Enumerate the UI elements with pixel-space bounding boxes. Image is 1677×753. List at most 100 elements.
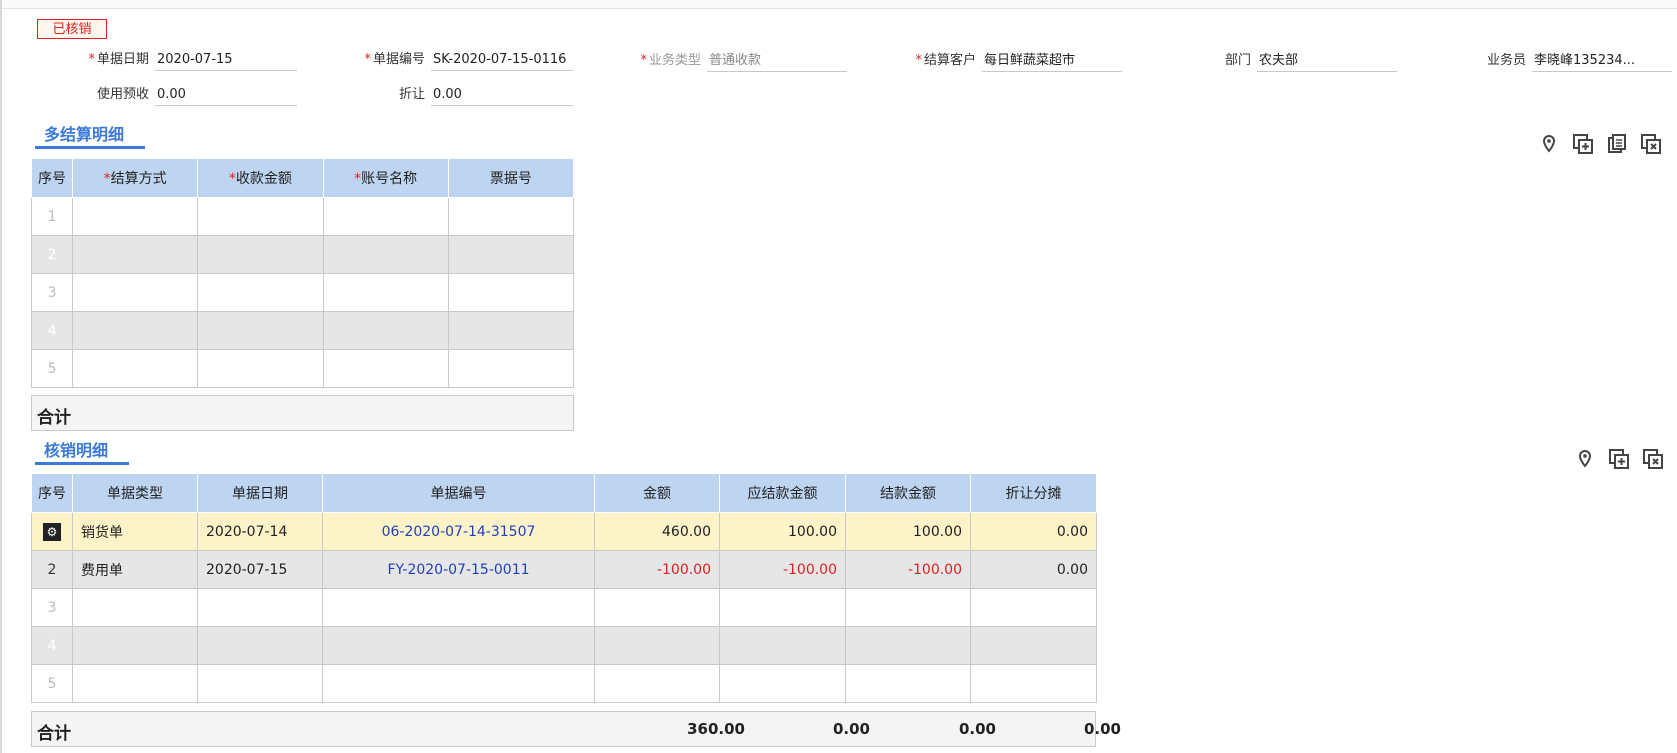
table-cell[interactable] xyxy=(970,626,1097,665)
table-cell[interactable] xyxy=(447,311,575,350)
table-cell[interactable] xyxy=(322,273,449,312)
discount-field[interactable]: 折让 0.00 xyxy=(399,85,573,106)
table-cell[interactable] xyxy=(322,197,449,236)
table-cell[interactable] xyxy=(594,626,720,665)
table-cell[interactable] xyxy=(72,235,199,274)
bill-type-cell[interactable]: 费用单 xyxy=(72,550,198,589)
prepay-value[interactable]: 0.00 xyxy=(155,85,297,106)
table-row[interactable]: 3 xyxy=(31,588,1097,627)
col-header-discount-share: 折让分摊 xyxy=(970,473,1097,513)
left-border xyxy=(0,0,2,753)
table-cell[interactable] xyxy=(72,197,199,236)
table-row[interactable]: 4 xyxy=(31,626,1097,665)
table-cell[interactable] xyxy=(72,664,198,703)
bill-date-field[interactable]: * 单据日期 2020-07-15 xyxy=(88,50,297,71)
bill-date-cell[interactable]: 2020-07-14 xyxy=(197,512,323,551)
location-pin-icon[interactable] xyxy=(1538,133,1560,155)
table-cell[interactable] xyxy=(845,626,971,665)
col-header-voucher-no: 票据号 xyxy=(447,158,575,198)
bill-number-link[interactable]: FY-2020-07-15-0011 xyxy=(322,550,595,589)
discount-label: 折让 xyxy=(398,87,425,102)
paid-amount-cell[interactable]: 100.00 xyxy=(845,512,971,551)
table-cell[interactable] xyxy=(72,349,199,388)
row-index: 1 xyxy=(30,197,74,236)
table-cell[interactable] xyxy=(594,664,720,703)
amount-cell[interactable]: -100.00 xyxy=(594,550,720,589)
table-row[interactable]: 2 xyxy=(30,235,575,274)
table-cell[interactable] xyxy=(845,664,971,703)
table-row[interactable]: 5 xyxy=(30,349,575,388)
bill-date-value[interactable]: 2020-07-15 xyxy=(155,50,297,71)
table-cell[interactable] xyxy=(322,664,595,703)
table-cell[interactable] xyxy=(197,349,324,388)
paid-amount-cell[interactable]: -100.00 xyxy=(845,550,971,589)
table-cell[interactable] xyxy=(970,664,1097,703)
settlement-table: 序号 *结算方式 *收款金额 *账号名称 票据号 1 2 3 4 5 xyxy=(30,158,575,388)
prepay-field[interactable]: 使用预收 0.00 xyxy=(97,85,297,106)
col-header-index: 序号 xyxy=(31,473,73,513)
table-row[interactable]: 5 xyxy=(31,664,1097,703)
due-amount-cell[interactable]: 100.00 xyxy=(719,512,846,551)
table-row[interactable]: 3 xyxy=(30,273,575,312)
location-pin-icon[interactable] xyxy=(1574,448,1596,470)
add-row-icon[interactable] xyxy=(1608,448,1630,470)
table-cell[interactable] xyxy=(322,588,595,627)
table-cell[interactable] xyxy=(72,311,199,350)
due-amount-cell[interactable]: -100.00 xyxy=(719,550,846,589)
table-cell[interactable] xyxy=(72,626,198,665)
table-cell[interactable] xyxy=(72,273,199,312)
col-header-settle-method: *结算方式 xyxy=(72,158,199,198)
table-cell[interactable] xyxy=(197,626,323,665)
table-row[interactable]: 1 xyxy=(30,197,575,236)
bill-date-cell[interactable]: 2020-07-15 xyxy=(197,550,323,589)
discount-share-cell[interactable]: 0.00 xyxy=(970,550,1097,589)
table-cell[interactable] xyxy=(970,588,1097,627)
table-cell[interactable] xyxy=(197,235,324,274)
table-cell[interactable] xyxy=(719,588,846,627)
salesman-field[interactable]: 业务员 李晓峰135234... xyxy=(1487,51,1672,72)
discount-share-cell[interactable]: 0.00 xyxy=(970,512,1097,551)
delete-row-icon[interactable] xyxy=(1642,448,1664,470)
table-cell[interactable] xyxy=(197,273,324,312)
table-cell[interactable] xyxy=(719,626,846,665)
table-cell[interactable] xyxy=(322,311,449,350)
department-field[interactable]: 部门 农夫部 xyxy=(1225,51,1397,72)
table-cell[interactable] xyxy=(447,349,575,388)
table-cell[interactable] xyxy=(197,197,324,236)
customer-label: * 结算客户 xyxy=(915,53,976,68)
add-row-icon[interactable] xyxy=(1572,133,1594,155)
copy-row-icon[interactable] xyxy=(1606,133,1628,155)
table-cell[interactable] xyxy=(447,273,575,312)
salesman-value[interactable]: 李晓峰135234... xyxy=(1532,51,1672,72)
table-row[interactable]: 2 费用单 2020-07-15 FY-2020-07-15-0011 -100… xyxy=(31,550,1097,589)
table-cell[interactable] xyxy=(447,197,575,236)
bill-type-cell[interactable]: 销货单 xyxy=(72,512,198,551)
table-cell[interactable] xyxy=(197,664,323,703)
delete-row-icon[interactable] xyxy=(1640,133,1662,155)
table-cell[interactable] xyxy=(845,588,971,627)
table-cell[interactable] xyxy=(322,626,595,665)
bill-number-field[interactable]: * 单据编号 SK-2020-07-15-0116 xyxy=(364,50,573,71)
table-row[interactable]: 4 xyxy=(30,311,575,350)
customer-field[interactable]: * 结算客户 每日鲜蔬菜超市 xyxy=(915,51,1122,72)
writeoff-total-label: 合计 xyxy=(37,724,71,744)
table-cell[interactable] xyxy=(322,349,449,388)
row-settings-cell[interactable]: ⚙ xyxy=(31,512,73,551)
table-row[interactable]: ⚙ 销货单 2020-07-14 06-2020-07-14-31507 460… xyxy=(31,512,1097,551)
table-cell[interactable] xyxy=(719,664,846,703)
department-value[interactable]: 农夫部 xyxy=(1257,51,1397,72)
table-cell[interactable] xyxy=(197,311,324,350)
col-header-amount: 金额 xyxy=(594,473,720,513)
customer-value[interactable]: 每日鲜蔬菜超市 xyxy=(982,51,1122,72)
row-settings-icon[interactable]: ⚙ xyxy=(43,522,61,541)
bill-number-link[interactable]: 06-2020-07-14-31507 xyxy=(322,512,595,551)
amount-cell[interactable]: 460.00 xyxy=(594,512,720,551)
bill-number-value[interactable]: SK-2020-07-15-0116 xyxy=(431,50,573,71)
table-cell[interactable] xyxy=(322,235,449,274)
table-cell[interactable] xyxy=(447,235,575,274)
table-cell[interactable] xyxy=(594,588,720,627)
table-cell[interactable] xyxy=(197,588,323,627)
table-cell[interactable] xyxy=(72,588,198,627)
discount-value[interactable]: 0.00 xyxy=(431,85,573,106)
col-header-paid-amount: 结款金额 xyxy=(845,473,971,513)
